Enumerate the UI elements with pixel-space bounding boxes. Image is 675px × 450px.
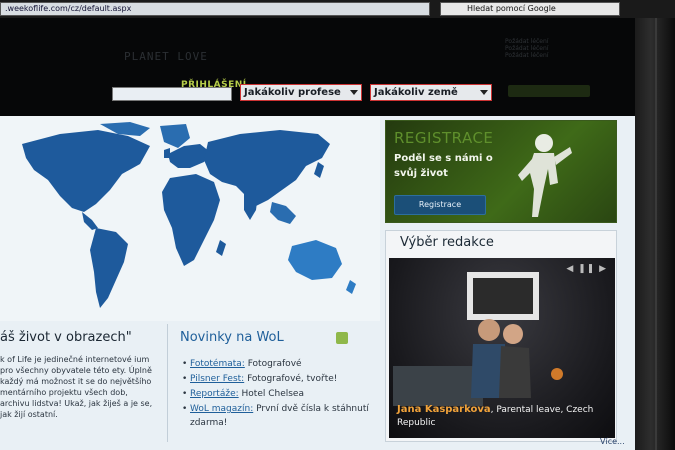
intro-title: áš život v obrazech"	[0, 330, 132, 345]
site-logo[interactable]: PLANET LOVE	[124, 50, 208, 63]
chevron-down-icon	[480, 90, 488, 95]
rss-icon[interactable]	[336, 332, 348, 344]
address-bar[interactable]: .weekoflife.com/cz/default.aspx	[0, 2, 430, 16]
profession-select[interactable]: Jakákoliv profese	[240, 84, 362, 101]
news-title: Novinky na WoL	[180, 330, 284, 345]
top-link[interactable]: Požádat léčení	[505, 52, 548, 59]
news-link[interactable]: Reportáže:	[190, 389, 239, 399]
intro-column: áš život v obrazech" k of Life je jedine…	[0, 326, 160, 446]
registration-button[interactable]: Registrace	[394, 195, 486, 215]
site-header: PLANET LOVE Požádat léčení Požádat léčen…	[0, 18, 640, 116]
news-text: Fotografové	[244, 359, 302, 369]
search-button[interactable]	[508, 85, 590, 97]
more-link[interactable]: Více...	[600, 437, 625, 446]
world-map[interactable]	[0, 116, 380, 321]
search-input[interactable]	[112, 87, 232, 101]
news-item: WoL magazín: První dvě čísla k stáhnutí …	[182, 402, 378, 430]
world-map-icon	[22, 122, 356, 308]
profession-select-value: Jakákoliv profese	[244, 87, 341, 98]
top-link[interactable]: Požádat léčení	[505, 45, 548, 52]
intro-text: k of Life je jedinečné internetové ium p…	[0, 355, 153, 419]
bezel-edge	[655, 18, 657, 450]
slideshow-controls[interactable]: ◀ ❚❚ ▶	[566, 264, 607, 274]
news-item: Fototémata: Fotografové	[182, 357, 378, 371]
news-text: Hotel Chelsea	[238, 389, 304, 399]
news-item: Reportáže: Hotel Chelsea	[182, 387, 378, 401]
page-content: REGISTRACE Poděl se s námi o svůj život …	[0, 116, 635, 450]
registration-subtitle: Poděl se s námi o svůj život	[394, 153, 493, 179]
editors-choice-title: Výběr redakce	[400, 235, 494, 250]
registration-title: REGISTRACE	[394, 129, 494, 147]
top-links: Požádat léčení Požádat léčení Požádat lé…	[505, 38, 548, 59]
featured-photo[interactable]: ◀ ❚❚ ▶ Jana Kasparkova, Parental leave, …	[389, 258, 615, 438]
caption-name[interactable]: Jana Kasparkova	[397, 404, 491, 415]
country-select[interactable]: Jakákoliv země	[370, 84, 492, 101]
chevron-down-icon	[350, 90, 358, 95]
news-link[interactable]: Fototémata:	[190, 359, 245, 369]
news-link[interactable]: Pilsner Fest:	[190, 374, 244, 384]
top-link[interactable]: Požádat léčení	[505, 38, 548, 45]
editors-choice-panel: Výběr redakce ◀ ❚❚ ▶ Jana Kasparkova, Pa…	[385, 230, 617, 442]
country-select-value: Jakákoliv země	[374, 87, 458, 98]
photo-caption: Jana Kasparkova, Parental leave, Czech R…	[397, 403, 607, 430]
google-search-box[interactable]: Hledat pomocí Google	[440, 2, 620, 16]
news-item: Pilsner Fest: Fotografové, tvořte!	[182, 372, 378, 386]
news-text: Fotografové, tvořte!	[244, 374, 338, 384]
news-list: Fototémata: Fotografové Pilsner Fest: Fo…	[182, 357, 378, 431]
figure-icon	[518, 134, 572, 217]
column-divider	[167, 324, 168, 442]
news-link[interactable]: WoL magazín:	[190, 404, 253, 414]
registration-banner[interactable]: REGISTRACE Poděl se s námi o svůj život …	[385, 120, 617, 223]
news-column: Novinky na WoL Fototémata: Fotografové P…	[178, 326, 374, 446]
